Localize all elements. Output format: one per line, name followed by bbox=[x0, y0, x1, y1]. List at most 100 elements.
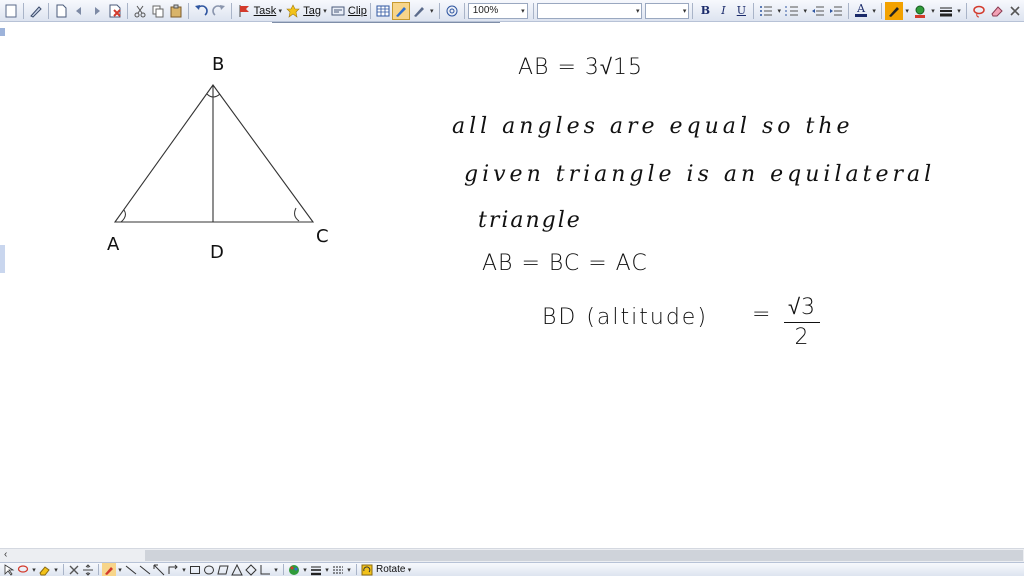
previous-page-icon[interactable] bbox=[70, 2, 88, 20]
pen-tool-active-icon[interactable] bbox=[391, 1, 410, 20]
eraser-dropdown-icon[interactable]: ▾ bbox=[52, 566, 60, 574]
font-color-swatch bbox=[855, 14, 868, 17]
note-canvas[interactable]: B A C D AB = 3√15 all angles are equal s… bbox=[0, 22, 1024, 548]
stroke-width-icon[interactable] bbox=[309, 563, 323, 576]
tag-label[interactable]: Tag bbox=[303, 5, 321, 17]
line-style-dropdown-icon[interactable]: ▾ bbox=[345, 566, 353, 574]
decrease-indent-icon[interactable] bbox=[809, 2, 827, 20]
parallelogram-tool-icon[interactable] bbox=[216, 563, 230, 576]
numbered-list-icon[interactable] bbox=[783, 2, 801, 20]
paste-icon[interactable] bbox=[167, 2, 185, 20]
toolbar-separator bbox=[63, 564, 64, 575]
clip-icon[interactable] bbox=[329, 2, 347, 20]
triangle-tool-icon[interactable] bbox=[230, 563, 244, 576]
page-icon[interactable] bbox=[2, 2, 20, 20]
delete-page-icon[interactable] bbox=[106, 2, 124, 20]
task-dropdown-icon[interactable]: ▾ bbox=[276, 7, 284, 15]
select-tool-icon[interactable] bbox=[2, 563, 16, 576]
delete-icon[interactable] bbox=[67, 563, 81, 576]
horizontal-scrollbar[interactable]: ‹ bbox=[0, 548, 1024, 562]
italic-button[interactable]: I bbox=[714, 4, 732, 17]
eraser-icon[interactable] bbox=[988, 2, 1006, 20]
address-icon[interactable] bbox=[443, 2, 461, 20]
note-line-3: triangle bbox=[478, 208, 582, 233]
line-style-icon[interactable] bbox=[331, 563, 345, 576]
next-page-icon[interactable] bbox=[88, 2, 106, 20]
font-color-dropdown-icon[interactable]: ▾ bbox=[870, 7, 878, 15]
vertex-label-c: C bbox=[316, 226, 329, 247]
font-color-icon[interactable]: A bbox=[852, 2, 870, 20]
table-icon[interactable] bbox=[374, 2, 392, 20]
chevron-down-icon: ▾ bbox=[635, 7, 640, 15]
toolbar-separator bbox=[22, 2, 24, 19]
font-name-select[interactable]: ▾ bbox=[536, 2, 643, 19]
task-label[interactable]: Task bbox=[254, 5, 277, 17]
bullet-list-icon[interactable] bbox=[757, 2, 775, 20]
increase-indent-icon[interactable] bbox=[827, 2, 845, 20]
bold-button[interactable]: B bbox=[696, 4, 714, 17]
line-tool-icon[interactable] bbox=[124, 563, 138, 576]
triangle-diagram: B A C D bbox=[107, 54, 329, 263]
new-page-icon[interactable] bbox=[52, 2, 70, 20]
rotate-button[interactable]: Rotate bbox=[376, 564, 405, 575]
shape-color-dropdown-icon[interactable]: ▾ bbox=[929, 7, 937, 15]
scrollbar-thumb[interactable] bbox=[145, 550, 1023, 561]
redo-icon[interactable] bbox=[210, 2, 228, 20]
eraser-tool-icon[interactable] bbox=[38, 563, 52, 576]
pen-tool-icon[interactable] bbox=[102, 563, 116, 576]
color-palette-dropdown-icon[interactable]: ▾ bbox=[301, 566, 309, 574]
diamond-tool-icon[interactable] bbox=[244, 563, 258, 576]
tag-star-icon[interactable] bbox=[284, 2, 302, 20]
pen-color-icon[interactable] bbox=[410, 2, 428, 20]
toolbar-separator bbox=[283, 564, 284, 575]
connector-tool-icon[interactable] bbox=[166, 563, 180, 576]
close-icon[interactable] bbox=[1006, 2, 1024, 20]
underline-button[interactable]: U bbox=[732, 4, 750, 17]
clip-label[interactable]: Clip bbox=[348, 5, 367, 17]
lasso-dropdown-icon[interactable]: ▾ bbox=[30, 566, 38, 574]
task-flag-icon[interactable] bbox=[235, 2, 253, 20]
rotate-icon[interactable] bbox=[360, 563, 374, 576]
axis-dropdown-icon[interactable]: ▾ bbox=[272, 566, 280, 574]
draw-icon[interactable] bbox=[27, 2, 45, 20]
cut-icon[interactable] bbox=[131, 2, 149, 20]
undo-icon[interactable] bbox=[192, 2, 210, 20]
highlighter-dropdown-icon[interactable]: ▾ bbox=[903, 7, 911, 15]
font-color-label: A bbox=[857, 2, 866, 15]
rectangle-tool-icon[interactable] bbox=[188, 563, 202, 576]
line-weight-dropdown-icon[interactable]: ▾ bbox=[955, 7, 963, 15]
zoom-select[interactable]: 100% ▾ bbox=[467, 2, 528, 19]
rotate-dropdown-icon[interactable]: ▾ bbox=[405, 566, 413, 574]
axis-tool-icon[interactable] bbox=[258, 563, 272, 576]
zoom-value: 100% bbox=[472, 5, 499, 16]
tag-dropdown-icon[interactable]: ▾ bbox=[321, 7, 329, 15]
chevron-down-icon: ▾ bbox=[521, 7, 525, 15]
font-size-select[interactable]: ▾ bbox=[645, 2, 690, 19]
bullet-dropdown-icon[interactable]: ▾ bbox=[775, 7, 783, 15]
pen-dropdown-icon[interactable]: ▾ bbox=[428, 7, 436, 15]
ellipse-tool-icon[interactable] bbox=[202, 563, 216, 576]
vertex-label-a: A bbox=[107, 234, 120, 255]
toolbar-separator bbox=[47, 2, 49, 19]
lasso-icon[interactable] bbox=[970, 2, 988, 20]
pen-tool-dropdown-icon[interactable]: ▾ bbox=[116, 566, 124, 574]
stroke-width-dropdown-icon[interactable]: ▾ bbox=[323, 566, 331, 574]
color-palette-icon[interactable] bbox=[287, 563, 301, 576]
note-line-1: all angles are equal so the bbox=[452, 114, 854, 139]
scroll-left-icon[interactable]: ‹ bbox=[4, 549, 7, 560]
copy-icon[interactable] bbox=[149, 2, 167, 20]
vertex-label-d: D bbox=[210, 242, 224, 263]
fraction-root3-over-2: √3 2 bbox=[782, 294, 822, 350]
numbered-dropdown-icon[interactable]: ▾ bbox=[801, 7, 809, 15]
arrow-line-tool-icon[interactable] bbox=[152, 563, 166, 576]
line-tool-2-icon[interactable] bbox=[138, 563, 152, 576]
insert-space-icon[interactable] bbox=[81, 563, 95, 576]
connector-dropdown-icon[interactable]: ▾ bbox=[180, 566, 188, 574]
toolbar-separator bbox=[369, 2, 371, 19]
lasso-select-icon[interactable] bbox=[16, 563, 30, 576]
vertex-label-b: B bbox=[212, 54, 224, 75]
toolbar-separator bbox=[187, 2, 189, 19]
highlighter-icon[interactable] bbox=[885, 1, 904, 20]
line-weight-icon[interactable] bbox=[937, 2, 955, 20]
shape-color-icon[interactable] bbox=[911, 2, 929, 20]
